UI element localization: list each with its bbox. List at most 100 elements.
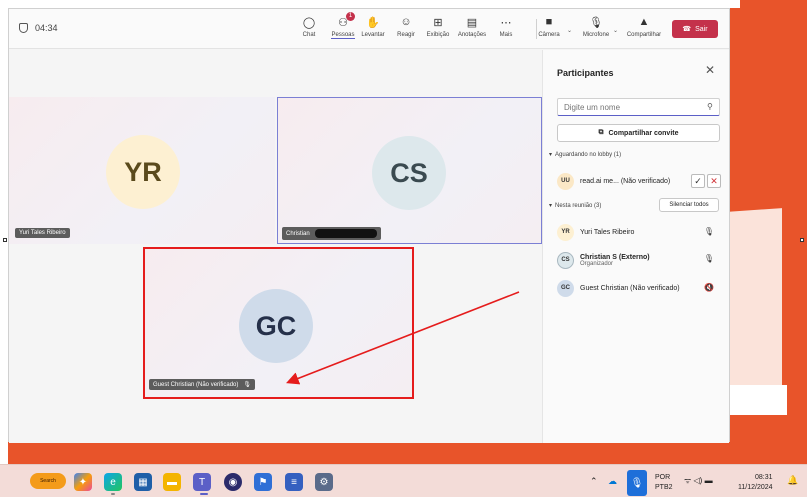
meeting-timer: 04:34 [19, 23, 58, 33]
camera-options-chevron-icon[interactable]: ⌄ [567, 27, 572, 34]
notes-label: Anotações [457, 32, 487, 38]
avatar-initials: GC [561, 285, 570, 291]
participant-name-tag: Yuri Tales Ribeiro [15, 228, 70, 238]
avatar-initials: YR [561, 229, 570, 235]
avatar: CS [372, 136, 446, 210]
redacted-text [314, 229, 377, 238]
video-tile-yuri[interactable]: YR Yuri Tales Ribeiro [9, 97, 275, 244]
avatar-initials: CS [561, 257, 570, 263]
chat-icon: ◯ [302, 16, 316, 29]
background-shape [727, 385, 787, 415]
search-icon: ⚲ [707, 102, 713, 111]
lobby-participant-row[interactable]: UU read.ai me... (Não verificado) ✓ ✕ [557, 170, 722, 192]
view-button[interactable]: ⊞ Exibição [421, 15, 455, 45]
participant-role: Organizador [580, 260, 614, 267]
participant-row[interactable]: YR Yuri Tales Ribeiro 🎙 [557, 221, 722, 243]
keyboard-layout: PTB2 [655, 484, 673, 491]
chat-label: Chat [302, 32, 316, 38]
participant-name: Christian S (Externo) [580, 253, 650, 261]
camera-button[interactable]: ■ Câmera [532, 15, 566, 45]
notification-bell-icon[interactable]: 🔔 [787, 475, 798, 485]
microphone-tray-icon[interactable]: 🎙 [627, 470, 647, 496]
participant-row[interactable]: GC Guest Christian (Não verificado) 🔇 [557, 277, 722, 299]
microphone-button[interactable]: 🎙 Microfone [579, 15, 613, 45]
resize-handle[interactable] [3, 238, 7, 242]
clock-time: 08:31 [754, 474, 773, 481]
mute-all-button[interactable]: Silenciar todos [659, 198, 719, 212]
leave-button[interactable]: ☎ Sair [672, 20, 718, 38]
background-shape [727, 208, 782, 412]
network-volume-battery-icons[interactable]: ᯤ ◁) ▬ [684, 476, 713, 486]
notepad-icon[interactable]: ≡ [285, 473, 303, 491]
share-invite-button[interactable]: ⧉ Compartilhar convite [557, 124, 720, 142]
people-icon: ⚇ 1 [336, 12, 355, 29]
running-indicator [111, 493, 115, 495]
avatar-initials: UU [561, 178, 570, 184]
store-icon[interactable]: ▦ [134, 473, 152, 491]
shield-icon [19, 23, 28, 33]
share-label: Compartilhar [626, 32, 662, 38]
file-explorer-icon[interactable]: ▬ [163, 473, 181, 491]
video-stage: YR Yuri Tales Ribeiro CS Christian GC Gu… [9, 50, 542, 443]
avatar-initials: YR [124, 156, 162, 187]
raise-hand-button[interactable]: ✋ Levantar [356, 15, 390, 45]
leave-label: Sair [695, 25, 708, 33]
share-button[interactable]: ▲ Compartilhar [627, 15, 661, 45]
share-icon: ▲ [638, 16, 650, 28]
name-tag-text: Christian [286, 230, 310, 237]
raise-hand-label: Levantar [361, 32, 385, 38]
close-icon[interactable]: ✕ [705, 63, 715, 77]
microphone-icon: 🎙 [703, 227, 714, 236]
lobby-section-label: Aguardando no lobby (1) [555, 151, 622, 158]
microphone-label: Microfone [582, 32, 610, 38]
avatar: CS [557, 251, 574, 269]
react-button[interactable]: ☺ Reagir [389, 15, 423, 45]
more-button[interactable]: ⋯ Mais [489, 15, 523, 45]
chevron-up-icon[interactable]: ⌃ [590, 476, 598, 486]
microphone-icon: 🎙 [589, 16, 603, 29]
settings-app-icon[interactable]: ⚑ [254, 473, 272, 491]
participant-row[interactable]: CS Christian S (Externo) Organizador 🎙 [557, 248, 722, 272]
video-tile-christian[interactable]: CS Christian [277, 97, 542, 244]
teams-icon[interactable]: T [193, 473, 211, 491]
hang-up-icon: ☎ [682, 26, 692, 33]
deny-close-icon[interactable]: ✕ [707, 174, 721, 188]
vpn-icon[interactable]: ◉ [224, 473, 242, 491]
participant-name: Yuri Tales Ribeiro [580, 228, 635, 236]
clock[interactable]: 08:31 11/12/2024 [738, 473, 773, 493]
name-tag-text: Yuri Tales Ribeiro [19, 230, 66, 236]
avatar: GC [557, 279, 574, 297]
share-link-icon: ⧉ [598, 129, 604, 136]
microphone-options-chevron-icon[interactable]: ⌄ [613, 27, 618, 34]
search-pill[interactable]: Search [30, 473, 66, 489]
avatar: YR [557, 223, 574, 241]
timer-text: 04:34 [35, 23, 58, 33]
input-language[interactable]: POR PTB2 [655, 473, 673, 493]
people-button[interactable]: ⚇ 1 Pessoas [326, 12, 360, 45]
edge-icon[interactable]: e [104, 473, 122, 491]
chevron-down-icon: ▾ [549, 203, 553, 209]
raise-hand-icon: ✋ [366, 16, 380, 29]
view-icon: ⊞ [433, 16, 443, 29]
chevron-down-icon: ▾ [549, 152, 553, 158]
share-invite-label: Compartilhar convite [608, 129, 679, 137]
language-code: POR [655, 474, 671, 481]
notes-button[interactable]: ▤ Anotações [455, 15, 489, 45]
lobby-section-toggle[interactable]: ▾ Aguardando no lobby (1) [549, 151, 622, 159]
chat-button[interactable]: ◯ Chat [292, 15, 326, 45]
avatar-initials: CS [390, 157, 428, 188]
participant-search-input[interactable] [557, 98, 720, 116]
resize-handle[interactable] [800, 238, 804, 242]
admit-check-icon[interactable]: ✓ [691, 174, 705, 188]
annotation-arrow [286, 291, 520, 385]
copilot-icon[interactable]: ✦ [74, 473, 92, 491]
gear-icon[interactable]: ⚙ [315, 473, 333, 491]
more-label: Mais [499, 32, 513, 38]
avatar: YR [106, 135, 180, 209]
camera-label: Câmera [538, 32, 560, 38]
lobby-participant-name: read.ai me... (Não verificado) [580, 177, 671, 185]
microphone-muted-icon: 🔇 [704, 283, 714, 292]
onedrive-icon[interactable]: ☁ [608, 476, 617, 486]
people-label: Pessoas [331, 32, 355, 39]
in-meeting-section-toggle[interactable]: ▾ Nesta reunião (3) [549, 202, 601, 210]
